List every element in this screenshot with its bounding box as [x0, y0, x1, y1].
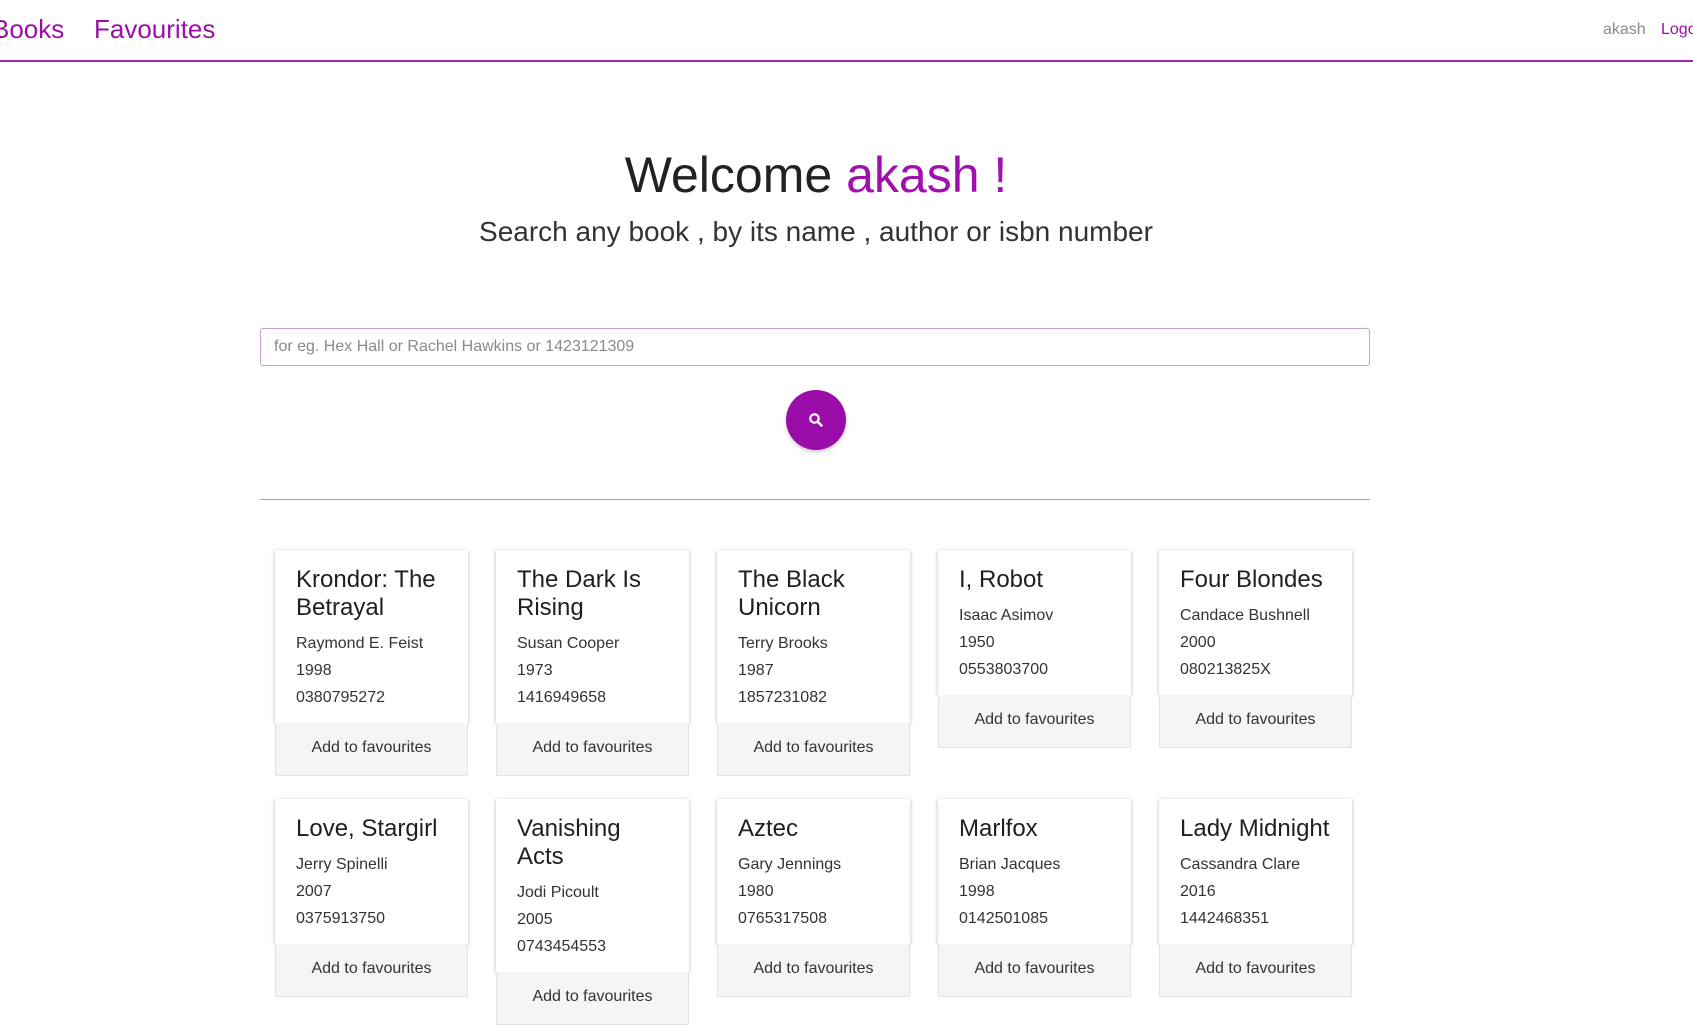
book-author: Susan Cooper	[517, 635, 620, 652]
book-card: I, Robot Isaac Asimov 1950 0553803700 Add to…	[938, 550, 1131, 748]
book-year: 2005	[517, 911, 553, 928]
book-author: Raymond E. Feist	[296, 635, 424, 652]
book-isbn: 0380795272	[296, 689, 385, 706]
search-instructions: Search any book , by its name , author o…	[479, 216, 1153, 247]
add-to-favourites-button[interactable]: Add to favourites	[275, 723, 468, 776]
book-author: Candace Bushnell	[1180, 607, 1310, 624]
nav-username: akash	[1603, 21, 1646, 38]
book-title: Four Blondes	[1180, 566, 1323, 593]
book-author: Isaac Asimov	[959, 607, 1054, 624]
book-title: I, Robot	[959, 566, 1044, 593]
book-card-body: Marlfox Brian Jacques 1998 0142501085	[938, 799, 1131, 944]
book-author: Terry Brooks	[738, 635, 828, 652]
welcome-heading: Welcome akash !	[0, 146, 1632, 204]
book-title: Aztec	[738, 815, 799, 842]
book-title: Vanishing Acts	[517, 815, 621, 870]
book-isbn: 0375913750	[296, 910, 385, 927]
book-card: Aztec Gary Jennings 1980 0765317508 Add to f…	[717, 799, 910, 997]
welcome-username: akash !	[846, 147, 1008, 203]
top-navbar: Books Favourites akash Logout	[0, 0, 1693, 62]
book-card: The Dark Is Rising Susan Cooper 1973 141694…	[496, 550, 689, 776]
book-card-body: Aztec Gary Jennings 1980 0765317508	[717, 799, 910, 944]
book-title: Lady Midnight	[1180, 815, 1330, 842]
book-isbn: 080213825X	[1180, 661, 1271, 678]
nav-favourites-link[interactable]: Favourites	[94, 14, 215, 45]
section-divider	[260, 499, 1370, 500]
book-title: Love, Stargirl	[296, 815, 438, 842]
book-author: Jerry Spinelli	[296, 856, 388, 873]
book-year: 1950	[959, 634, 995, 651]
search-input[interactable]	[260, 328, 1370, 366]
book-year: 2000	[1180, 634, 1216, 651]
book-card-body: Vanishing Acts Jodi Picoult 2005 0743454553	[496, 799, 689, 972]
book-card: The Black Unicorn Terry Brooks 1987 1857231…	[717, 550, 910, 776]
book-year: 1980	[738, 883, 774, 900]
book-card-body: Love, Stargirl Jerry Spinelli 2007 03759137…	[275, 799, 468, 944]
book-card-body: I, Robot Isaac Asimov 1950 0553803700	[938, 550, 1131, 695]
add-to-favourites-button[interactable]: Add to favourites	[1159, 695, 1352, 748]
book-isbn: 1416949658	[517, 689, 606, 706]
book-card: Marlfox Brian Jacques 1998 0142501085 Add to…	[938, 799, 1131, 997]
book-year: 1987	[738, 662, 774, 679]
book-card-body: Four Blondes Candace Bushnell 2000 08021382…	[1159, 550, 1352, 695]
book-author: Cassandra Clare	[1180, 856, 1301, 873]
nav-logout-link[interactable]: Logout	[1661, 21, 1693, 39]
book-isbn: 1442468351	[1180, 910, 1269, 927]
add-to-favourites-button[interactable]: Add to favourites	[496, 972, 689, 1025]
book-title: Marlfox	[959, 815, 1038, 842]
book-card: Four Blondes Candace Bushnell 2000 08021382…	[1159, 550, 1352, 748]
book-author: Brian Jacques	[959, 856, 1061, 873]
search-button[interactable]	[786, 390, 846, 450]
book-year: 2007	[296, 883, 332, 900]
book-isbn: 0743454553	[517, 938, 606, 955]
book-author: Gary Jennings	[738, 856, 842, 873]
welcome-text: Welcome	[624, 147, 833, 203]
book-card: Krondor: The Betrayal Raymond E. Feist 199…	[275, 550, 468, 776]
book-title: The Dark Is Rising	[517, 566, 642, 621]
book-card: Vanishing Acts Jodi Picoult 2005 0743454553…	[496, 799, 689, 1025]
add-to-favourites-button[interactable]: Add to favourites	[938, 695, 1131, 748]
nav-books-link[interactable]: Books	[0, 14, 64, 45]
book-author: Jodi Picoult	[517, 884, 599, 901]
book-card-body: Krondor: The Betrayal Raymond E. Feist 199…	[275, 550, 468, 723]
book-year: 2016	[1180, 883, 1216, 900]
book-year: 1998	[959, 883, 995, 900]
add-to-favourites-button[interactable]: Add to favourites	[717, 723, 910, 776]
book-year: 1973	[517, 662, 553, 679]
book-card: Lady Midnight Cassandra Clare 2016 14424683…	[1159, 799, 1352, 997]
book-isbn: 0142501085	[959, 910, 1048, 927]
book-isbn: 0765317508	[738, 910, 827, 927]
book-isbn: 0553803700	[959, 661, 1048, 678]
book-card-body: The Dark Is Rising Susan Cooper 1973 141694…	[496, 550, 689, 723]
book-isbn: 1857231082	[738, 689, 827, 706]
book-year: 1998	[296, 662, 332, 679]
book-title: Krondor: The Betrayal	[296, 566, 436, 621]
book-card-body: The Black Unicorn Terry Brooks 1987 1857231…	[717, 550, 910, 723]
book-card-body: Lady Midnight Cassandra Clare 2016 14424683…	[1159, 799, 1352, 944]
add-to-favourites-button[interactable]: Add to favourites	[496, 723, 689, 776]
book-card: Love, Stargirl Jerry Spinelli 2007 03759137…	[275, 799, 468, 997]
search-icon	[809, 413, 823, 427]
book-title: The Black Unicorn	[738, 566, 845, 621]
